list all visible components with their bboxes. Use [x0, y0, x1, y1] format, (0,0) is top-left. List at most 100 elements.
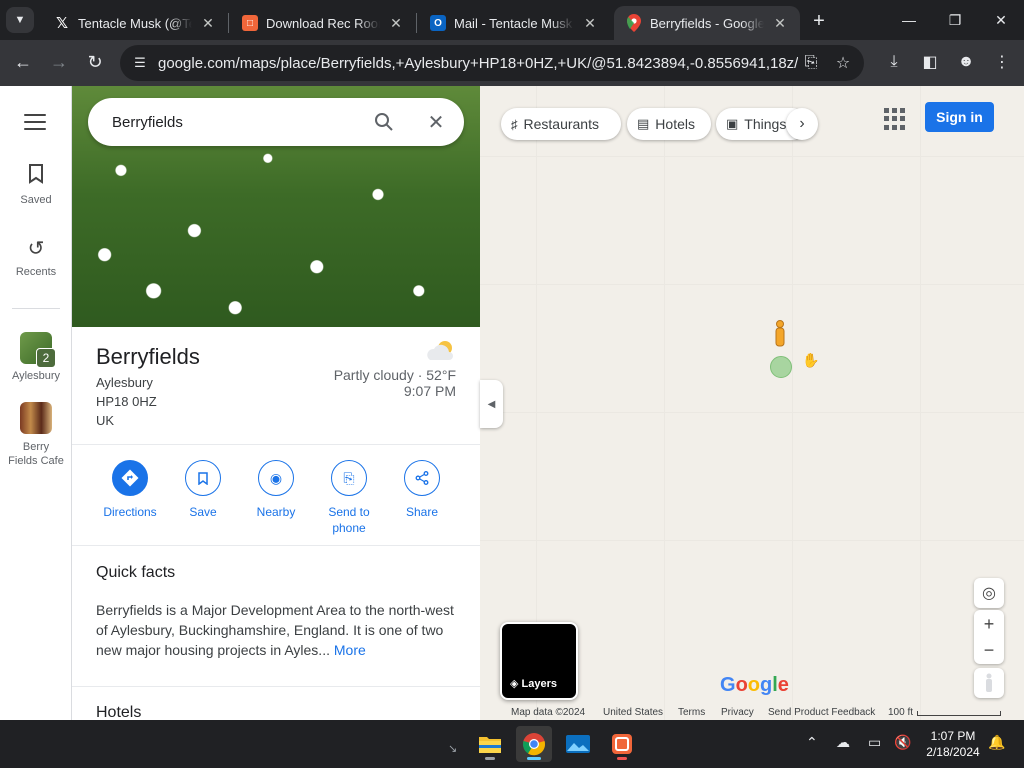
browser-toolbar: ← → ↻ ☰ google.com/maps/place/Berryfield…	[0, 40, 1024, 86]
aylesbury-label: Aylesbury	[11, 370, 61, 382]
forward-icon[interactable]: →	[44, 47, 74, 77]
close-window-icon[interactable]: ✕	[978, 0, 1024, 40]
zoom-out-icon[interactable]: −	[984, 637, 995, 663]
close-tab-icon[interactable]: ✕	[198, 13, 218, 33]
clear-search-icon[interactable]: ✕	[424, 110, 448, 134]
tab-outlook[interactable]: O Mail - Tentacle Musk - Outlook ✕	[418, 6, 610, 40]
restore-icon[interactable]: ❐	[932, 0, 978, 40]
running-indicator	[617, 757, 627, 760]
taskbar-clock[interactable]: 1:07 PM 2/18/2024	[918, 728, 988, 760]
tab-separator	[228, 13, 229, 33]
map-gridline	[480, 540, 1024, 541]
install-app-icon[interactable]: ⎘	[800, 52, 822, 74]
photos-app-icon[interactable]	[560, 726, 596, 762]
share-button[interactable]: Share	[385, 460, 459, 520]
map-gridline	[920, 86, 921, 720]
rec-room-icon: □	[242, 15, 258, 31]
active-indicator	[527, 757, 541, 760]
action-buttons: Directions Save ◉ Nearby ⎘ Send to phone	[72, 460, 480, 544]
nearby-button[interactable]: ◉ Nearby	[239, 460, 313, 520]
saved-button[interactable]: Saved	[0, 164, 72, 206]
onedrive-icon[interactable]: ☁	[836, 734, 850, 751]
side-panel-icon[interactable]: ◧	[916, 48, 944, 76]
site-info-icon[interactable]: ☰	[130, 55, 150, 71]
map-canvas[interactable]: ◀ ♯ Restaurants ▤ Hotels ▣ Things to do …	[480, 86, 1024, 720]
address-line-2: HP18 0HZ	[96, 394, 157, 409]
chrome-taskbar-icon[interactable]	[516, 726, 552, 762]
map-data-text: Map data ©2024	[511, 707, 586, 718]
tab-twitter[interactable]: 𝕏 Tentacle Musk (@Tentacle ✕	[42, 6, 228, 40]
directions-button[interactable]: Directions	[93, 460, 167, 520]
recents-button[interactable]: ↺ Recents	[0, 236, 72, 278]
rail-divider	[12, 308, 60, 309]
send-to-phone-icon: ⎘	[331, 460, 367, 496]
bookmark-star-icon[interactable]: ☆	[832, 52, 854, 74]
profile-icon[interactable]: ☻	[952, 48, 980, 76]
place-marker[interactable]	[770, 356, 792, 378]
tab-separator	[416, 13, 417, 33]
cafe-thumbnail	[20, 402, 52, 434]
restaurants-label: Restaurants	[523, 116, 599, 132]
section-divider	[72, 686, 480, 687]
scale-label[interactable]: 100 ft	[888, 707, 913, 718]
close-tab-icon[interactable]: ✕	[386, 13, 406, 33]
hand-cursor-icon: ✋	[802, 352, 820, 368]
address-bar[interactable]: ☰ google.com/maps/place/Berryfields,+Ayl…	[120, 45, 864, 81]
back-icon[interactable]: ←	[8, 47, 38, 77]
hotels-label: Hotels	[655, 116, 695, 132]
more-options-icon[interactable]: ⋮	[988, 48, 1016, 76]
recent-place-aylesbury[interactable]: 2 Aylesbury	[0, 332, 72, 382]
reload-icon[interactable]: ↻	[80, 47, 110, 77]
menu-icon[interactable]	[24, 114, 46, 135]
map-gridline	[664, 86, 665, 720]
bed-icon: ▤	[637, 116, 650, 131]
tab-google-maps[interactable]: Berryfields - Google Maps ✕	[614, 6, 800, 40]
nearby-icon: ◉	[258, 460, 294, 496]
tab-search-dropdown-icon[interactable]: ▼	[6, 7, 34, 33]
download-icon[interactable]: ⤓	[880, 48, 908, 76]
tab-rec-room[interactable]: □ Download Rec Room ✕	[230, 6, 416, 40]
outlook-icon: O	[430, 15, 446, 31]
pegman-icon[interactable]	[774, 320, 786, 348]
display-icon[interactable]: ▭	[868, 734, 881, 751]
rec-room-taskbar-icon[interactable]	[604, 726, 640, 762]
new-tab-button[interactable]: +	[806, 8, 832, 34]
region-link[interactable]: United States	[603, 707, 663, 718]
directions-icon	[112, 460, 148, 496]
file-explorer-icon[interactable]	[472, 726, 508, 762]
restaurants-chip[interactable]: ♯ Restaurants	[501, 108, 621, 140]
tab-title: Berryfields - Google Maps	[650, 15, 764, 31]
terms-link[interactable]: Terms	[678, 707, 705, 718]
bookmark-icon	[0, 164, 72, 188]
search-input[interactable]	[112, 113, 362, 131]
recent-place-berry-fields-cafe[interactable]: Berry Fields Cafe	[0, 402, 72, 468]
close-tab-icon[interactable]: ✕	[580, 13, 600, 33]
volume-muted-icon[interactable]: 🔇	[894, 734, 911, 751]
map-gridline	[480, 412, 1024, 413]
zoom-in-icon[interactable]: +	[984, 611, 995, 637]
street-view-pegman-icon[interactable]	[974, 668, 1004, 698]
sign-in-button[interactable]: Sign in	[925, 102, 994, 132]
layers-button[interactable]: ◈ Layers	[500, 622, 578, 700]
place-panel: ✕ Berryfields Aylesbury HP18 0HZ UK Part…	[72, 86, 480, 720]
notifications-bell-icon[interactable]: 🔔	[988, 734, 1005, 751]
weather-condition: Partly cloudy · 52°F	[333, 367, 456, 383]
privacy-link[interactable]: Privacy	[721, 707, 754, 718]
save-button[interactable]: Save	[166, 460, 240, 520]
minimize-icon[interactable]: —	[886, 0, 932, 40]
close-tab-icon[interactable]: ✕	[770, 13, 790, 33]
collapse-panel-button[interactable]: ◀	[480, 380, 503, 428]
show-hidden-icons-icon[interactable]: ⌃	[806, 734, 818, 751]
search-icon[interactable]	[372, 110, 396, 134]
more-link[interactable]: More	[334, 642, 366, 658]
nearby-label: Nearby	[256, 505, 296, 519]
google-apps-icon[interactable]	[884, 108, 906, 130]
send-to-phone-button[interactable]: ⎘ Send to phone	[312, 460, 386, 536]
url-text[interactable]: google.com/maps/place/Berryfields,+Ayles…	[158, 55, 798, 72]
quick-facts-body: Berryfields is a Major Development Area …	[96, 602, 454, 658]
tab-strip: ▼ 𝕏 Tentacle Musk (@Tentacle ✕ □ Downloa…	[0, 0, 1024, 40]
chips-next-icon[interactable]: ›	[786, 108, 818, 140]
my-location-icon[interactable]: ◎	[974, 578, 1004, 608]
hotels-chip[interactable]: ▤ Hotels	[627, 108, 711, 140]
feedback-link[interactable]: Send Product Feedback	[768, 707, 875, 718]
